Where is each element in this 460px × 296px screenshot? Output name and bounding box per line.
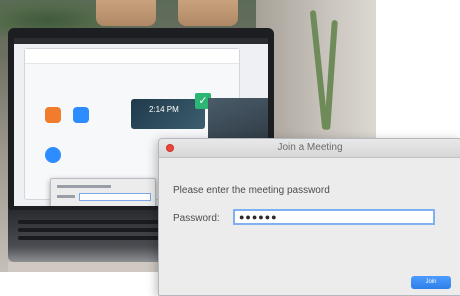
password-prompt: Please enter the meeting password — [173, 185, 330, 196]
zoom-toolbar — [25, 49, 239, 64]
clock-card: 2:14 PM — [131, 99, 205, 129]
join-icon — [73, 107, 89, 123]
menu-bar — [14, 38, 268, 44]
background-password-dialog — [50, 178, 156, 206]
background-password-field — [79, 193, 151, 201]
join-button[interactable]: Join — [411, 276, 451, 289]
password-input[interactable] — [233, 209, 435, 225]
password-label: Password: — [173, 213, 220, 224]
plant-pot — [178, 0, 238, 26]
clock-time: 2:14 PM — [149, 105, 179, 114]
dialog-title: Join a Meeting — [277, 142, 343, 153]
schedule-icon — [45, 147, 61, 163]
dialog-text-line — [57, 185, 111, 188]
join-meeting-dialog: Join a Meeting Please enter the meeting … — [158, 138, 460, 296]
new-meeting-icon — [45, 107, 61, 123]
dialog-text-line — [57, 195, 75, 198]
plant-pot — [96, 0, 156, 26]
dialog-titlebar: Join a Meeting — [159, 139, 460, 158]
